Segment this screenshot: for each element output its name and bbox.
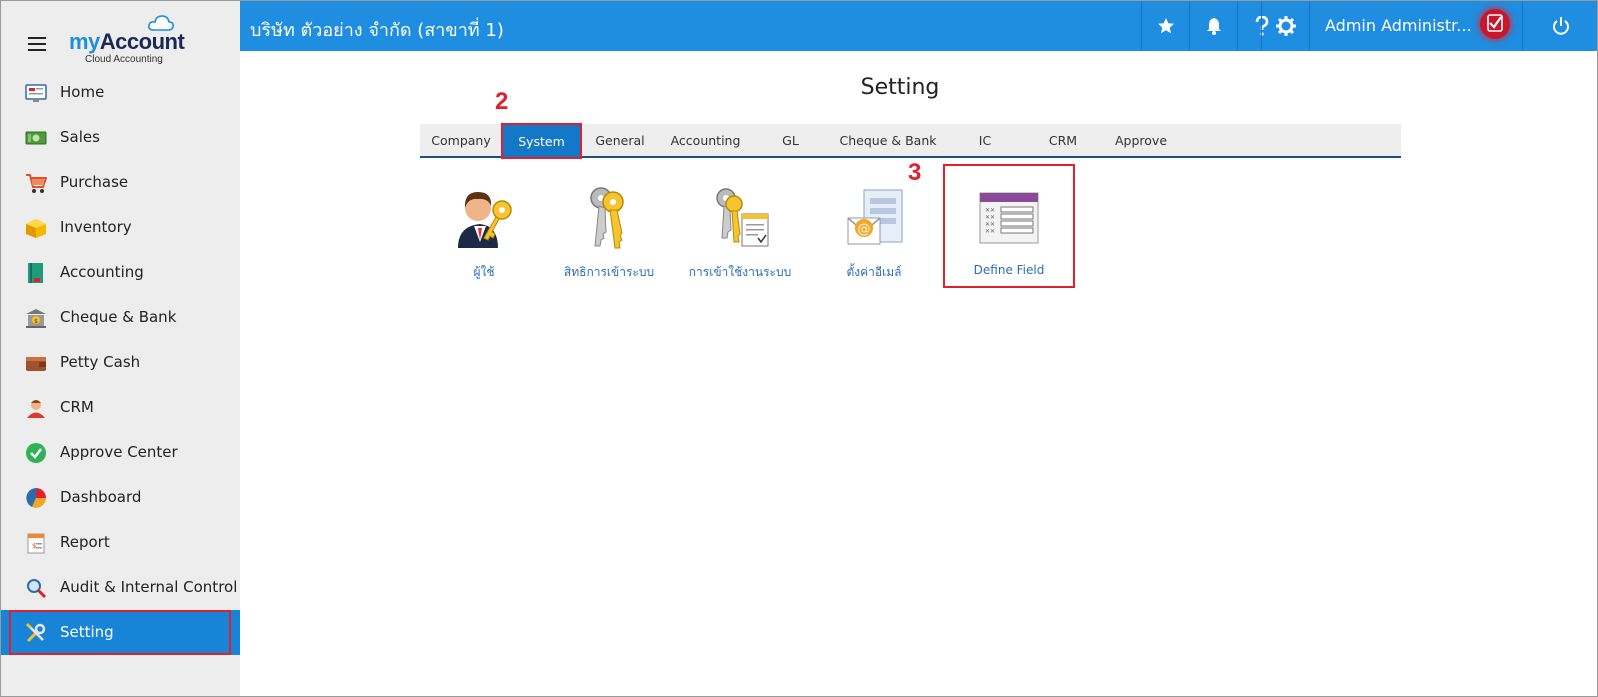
sidebar-item-label: CRM bbox=[60, 398, 94, 416]
tab-crm[interactable]: CRM bbox=[1022, 124, 1104, 156]
box-icon bbox=[26, 219, 46, 238]
bell-icon bbox=[1206, 18, 1221, 35]
step-marker-2: 2 bbox=[495, 88, 509, 115]
cart-icon bbox=[26, 174, 47, 193]
logo-subtitle: Cloud Accounting bbox=[85, 54, 163, 65]
settings-tabs: Company System General Accounting GL Che… bbox=[420, 123, 1401, 159]
tab-approve[interactable]: Approve bbox=[1104, 124, 1178, 156]
settings-button[interactable] bbox=[1261, 1, 1310, 51]
sidebar-item-home[interactable]: Home bbox=[1, 70, 240, 115]
sidebar-item-label: Approve Center bbox=[60, 443, 178, 461]
sidebar-item-label: Purchase bbox=[60, 173, 129, 191]
tab-general[interactable]: General bbox=[582, 124, 658, 156]
sidebar-item-approve-center[interactable]: Approve Center bbox=[1, 430, 240, 475]
logout-button[interactable] bbox=[1522, 1, 1597, 51]
company-name[interactable]: บริษัท ตัวอย่าง จำกัด (สาขาที่ 1) bbox=[250, 15, 504, 44]
svg-text:✕✕: ✕✕ bbox=[985, 221, 995, 228]
sidebar-item-label: Petty Cash bbox=[60, 353, 141, 371]
define-field-icon: ✕✕✕✕✕✕✕✕ bbox=[979, 192, 1039, 244]
check-circle-icon bbox=[26, 443, 46, 463]
sidebar-item-label: Audit & Internal Control bbox=[60, 578, 238, 596]
avatar[interactable] bbox=[1480, 9, 1510, 39]
top-bar: บริษัท ตัวอย่าง จำกัด (สาขาที่ 1) Admin … bbox=[240, 1, 1597, 51]
tile-label: ตั้งค่าอีเมล์ bbox=[846, 265, 902, 279]
sidebar: myAccount Cloud Accounting Home Sales Pu… bbox=[1, 1, 240, 696]
tile-label: ผู้ใช้ bbox=[473, 265, 495, 279]
keys-icon bbox=[590, 187, 624, 249]
user-name[interactable]: Admin Administr... bbox=[1325, 16, 1472, 35]
app-window: myAccount Cloud Accounting Home Sales Pu… bbox=[0, 0, 1598, 697]
svg-text:@: @ bbox=[858, 222, 871, 237]
logo-title: myAccount bbox=[69, 29, 185, 54]
sidebar-item-purchase[interactable]: Purchase bbox=[1, 160, 240, 205]
tile-system-access[interactable]: การเข้าใช้งานระบบ bbox=[676, 166, 804, 286]
sidebar-item-label: Sales bbox=[60, 128, 100, 146]
tile-label: สิทธิการเข้าระบบ bbox=[563, 265, 655, 279]
hamburger-menu-icon[interactable] bbox=[28, 37, 46, 51]
sidebar-item-sales[interactable]: Sales bbox=[1, 115, 240, 160]
svg-text:$: $ bbox=[34, 318, 38, 325]
sidebar-item-label: Cheque & Bank bbox=[60, 308, 177, 326]
page-title: Setting bbox=[860, 75, 940, 100]
svg-text:$: $ bbox=[32, 542, 36, 550]
notifications-button[interactable] bbox=[1189, 1, 1237, 51]
tab-gl[interactable]: GL bbox=[753, 124, 828, 156]
shield-check-icon bbox=[1487, 14, 1503, 32]
tab-system[interactable]: System bbox=[501, 123, 582, 159]
email-settings-icon: @ bbox=[847, 189, 903, 245]
sidebar-nav: Home Sales Purchase Inventory Accounting… bbox=[1, 70, 240, 655]
sidebar-item-setting[interactable]: Setting bbox=[1, 610, 240, 655]
sidebar-item-cheque-bank[interactable]: $ Cheque & Bank bbox=[1, 295, 240, 340]
system-settings-tiles: ผู้ใช้ สิทธิการเข้าระบบ การเข้าใช้งานระบ… bbox=[420, 164, 1220, 296]
sidebar-item-label: Report bbox=[60, 533, 110, 551]
sidebar-item-accounting[interactable]: Accounting bbox=[1, 250, 240, 295]
sidebar-item-inventory[interactable]: Inventory bbox=[1, 205, 240, 250]
tab-accounting[interactable]: Accounting bbox=[658, 124, 753, 156]
sidebar-item-label: Setting bbox=[60, 623, 114, 641]
tab-cheque-bank[interactable]: Cheque & Bank bbox=[828, 124, 948, 156]
bank-icon: $ bbox=[26, 309, 46, 328]
user-key-icon bbox=[458, 192, 512, 248]
report-icon: $ bbox=[27, 533, 45, 554]
star-icon bbox=[1157, 18, 1174, 34]
customer-icon bbox=[27, 400, 45, 418]
magnifier-icon bbox=[27, 579, 47, 599]
pie-chart-icon bbox=[26, 488, 46, 508]
sidebar-item-audit[interactable]: Audit & Internal Control bbox=[1, 565, 240, 610]
wallet-icon bbox=[26, 357, 46, 371]
svg-text:✕✕: ✕✕ bbox=[985, 228, 995, 235]
sidebar-item-label: Accounting bbox=[60, 263, 144, 281]
main-content: Setting 2 3 Company System General Accou… bbox=[240, 51, 1597, 696]
tile-label: Define Field bbox=[973, 263, 1045, 277]
svg-text:✕✕: ✕✕ bbox=[985, 214, 995, 221]
tile-define-field[interactable]: ✕✕ ✕✕ ✕✕ ✕✕ Define Field bbox=[943, 164, 1075, 288]
logo[interactable]: myAccount Cloud Accounting bbox=[69, 13, 189, 65]
sidebar-item-dashboard[interactable]: Dashboard bbox=[1, 475, 240, 520]
sidebar-item-label: Home bbox=[60, 83, 105, 101]
gear-icon bbox=[1276, 16, 1296, 36]
home-icon bbox=[25, 84, 47, 102]
sidebar-item-label: Inventory bbox=[60, 218, 132, 236]
tab-company[interactable]: Company bbox=[420, 124, 502, 156]
sidebar-item-petty-cash[interactable]: Petty Cash bbox=[1, 340, 240, 385]
tile-users[interactable]: ผู้ใช้ bbox=[420, 166, 548, 286]
keys-document-icon bbox=[716, 188, 769, 247]
tools-icon bbox=[25, 622, 46, 643]
ledger-icon bbox=[28, 263, 43, 283]
logo-area: myAccount Cloud Accounting bbox=[1, 1, 240, 69]
sidebar-item-report[interactable]: $ Report bbox=[1, 520, 240, 565]
svg-text:✕✕: ✕✕ bbox=[985, 207, 995, 214]
power-icon bbox=[1553, 17, 1569, 35]
tile-access-rights[interactable]: สิทธิการเข้าระบบ bbox=[545, 166, 673, 286]
favorites-button[interactable] bbox=[1141, 1, 1189, 51]
money-icon bbox=[25, 131, 47, 145]
tile-label: การเข้าใช้งานระบบ bbox=[688, 265, 792, 279]
sidebar-item-label: Dashboard bbox=[60, 488, 142, 506]
sidebar-item-crm[interactable]: CRM bbox=[1, 385, 240, 430]
tile-email-settings[interactable]: @ ตั้งค่าอีเมล์ bbox=[810, 166, 938, 286]
tab-ic[interactable]: IC bbox=[948, 124, 1022, 156]
